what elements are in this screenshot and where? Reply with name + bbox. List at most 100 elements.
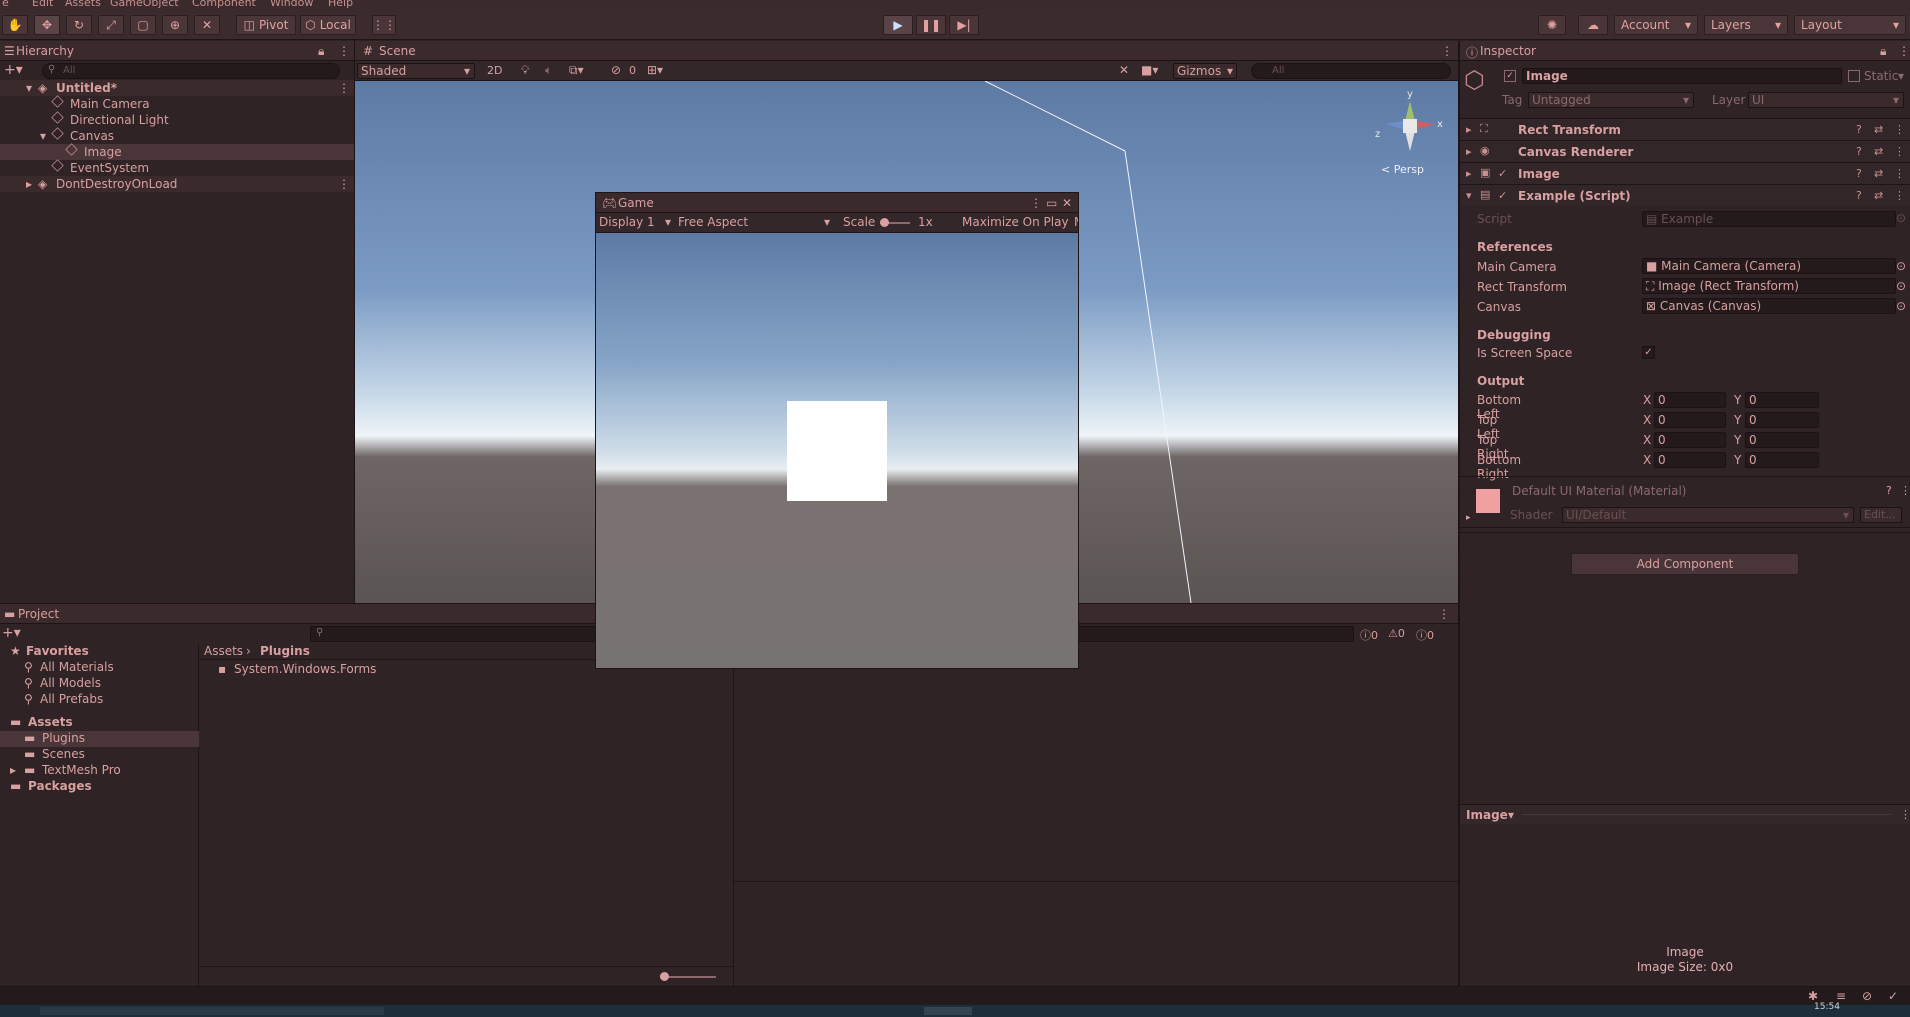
menu-edit[interactable]: Edit — [32, 0, 53, 9]
console-info-count[interactable]: ⓘ0 — [1416, 627, 1434, 643]
add-component-button[interactable]: Add Component — [1571, 553, 1799, 575]
output-y-field[interactable]: 0 — [1745, 432, 1819, 448]
expand-arrow-icon[interactable]: ▾ — [1466, 189, 1472, 202]
menu-component[interactable]: Component — [192, 0, 256, 9]
hidden-objects-icon[interactable]: ⊘ — [611, 63, 621, 77]
hierarchy-search-input[interactable]: All — [42, 63, 340, 79]
more-options-icon[interactable]: ⋮ — [1894, 145, 1905, 158]
shading-dropdown[interactable]: Shaded ▾ — [357, 63, 475, 79]
component-canvas-renderer[interactable]: ▸ ◉ Canvas Renderer ? ⇄ ⋮ — [1460, 140, 1910, 162]
step-button[interactable]: ▶| — [949, 15, 979, 35]
services-icon[interactable]: ✺ — [1538, 15, 1566, 35]
check-icon[interactable]: ✓ — [1888, 989, 1898, 1003]
object-picker-icon[interactable]: ⊙ — [1896, 279, 1906, 293]
more-options-icon[interactable]: ⋮ — [1441, 44, 1453, 58]
help-icon[interactable]: ? — [1886, 484, 1892, 497]
more-options-icon[interactable]: ⋮ — [1900, 808, 1910, 821]
more-options-icon[interactable]: ⋮ — [338, 44, 350, 58]
component-rect-transform[interactable]: ▸ ⛶ Rect Transform ? ⇄ ⋮ — [1460, 118, 1910, 140]
icon-size-slider-thumb[interactable] — [660, 972, 669, 981]
menu-assets[interactable]: Assets — [65, 0, 101, 9]
expand-arrow-icon[interactable]: ▸ — [1466, 513, 1471, 523]
scale-slider-thumb[interactable] — [880, 218, 889, 227]
ref-field-rect-transform[interactable]: ⛶ Image (Rect Transform) — [1642, 278, 1896, 294]
rotate-tool-icon[interactable]: ↻ — [66, 15, 92, 35]
enabled-checkbox[interactable]: ✓ — [1498, 189, 1507, 202]
camera-icon[interactable]: ■▾ — [1141, 63, 1158, 77]
preview-drag-bar[interactable] — [1522, 814, 1892, 815]
ref-field-main-camera[interactable]: ■ Main Camera (Camera) — [1642, 258, 1896, 274]
display-dropdown[interactable]: Display 1 ▾ — [599, 215, 675, 229]
hierarchy-scene-row[interactable]: ▾ ◈ Untitled* ⋮ — [0, 80, 354, 96]
more-options-icon[interactable]: ⋮ — [1438, 607, 1450, 621]
expand-arrow-icon[interactable]: ▸ — [10, 763, 16, 777]
move-tool-icon[interactable]: ✥ — [34, 15, 60, 35]
more-options-icon[interactable]: ⋮ — [1898, 44, 1910, 58]
help-icon[interactable]: ? — [1856, 167, 1862, 180]
enabled-checkbox[interactable]: ✓ — [1498, 167, 1507, 180]
close-icon[interactable]: ✕ — [1062, 196, 1072, 210]
scene-tab[interactable]: # Scene ⋮ — [355, 41, 1458, 61]
hand-tool-icon[interactable]: ✋ — [2, 15, 28, 35]
lighting-icon[interactable]: 💡︎ — [521, 63, 529, 78]
edit-shader-button[interactable]: Edit... — [1860, 507, 1902, 523]
output-x-field[interactable]: 0 — [1654, 452, 1726, 468]
bug-icon[interactable]: ✱ — [1808, 989, 1818, 1003]
object-picker-icon[interactable]: ⊙ — [1896, 259, 1906, 273]
help-icon[interactable]: ? — [1856, 189, 1862, 202]
output-y-field[interactable]: 0 — [1745, 392, 1819, 408]
packages-row[interactable]: ▬ Packages — [0, 779, 199, 795]
taskbar-app-icon[interactable] — [924, 1007, 972, 1015]
grid-icon[interactable]: ⊞▾ — [647, 63, 663, 77]
output-x-field[interactable]: 0 — [1654, 432, 1726, 448]
layers-dropdown[interactable]: Layers ▾ — [1704, 15, 1788, 35]
add-icon[interactable]: +▾ — [2, 625, 21, 641]
persp-toggle[interactable]: < Persp — [1381, 163, 1424, 176]
more-options-icon[interactable]: ⋮ — [1894, 167, 1905, 180]
hierarchy-item[interactable]: ▸ ◈ DontDestroyOnLoad ⋮ — [0, 176, 354, 192]
build-icon[interactable]: ⊘ — [1862, 989, 1872, 1003]
expand-arrow-icon[interactable]: ▸ — [1466, 167, 1472, 180]
more-options-icon[interactable]: ⋮ — [338, 176, 350, 192]
breadcrumb-assets[interactable]: Assets — [204, 644, 243, 658]
breadcrumb-plugins[interactable]: Plugins — [260, 644, 310, 658]
inspector-tab[interactable]: ⓘ Inspector 🔒︎ ⋮ — [1460, 41, 1910, 61]
icon-size-slider[interactable] — [660, 972, 716, 981]
ref-field-canvas[interactable]: ⊠ Canvas (Canvas) — [1642, 298, 1896, 314]
expand-arrow-icon[interactable]: ▸ — [26, 176, 32, 192]
favorite-item[interactable]: ⚲ All Prefabs — [0, 692, 199, 708]
preset-icon[interactable]: ⇄ — [1874, 123, 1883, 136]
object-name-input[interactable]: Image — [1522, 68, 1842, 84]
game-viewport[interactable] — [596, 233, 1078, 668]
component-example-script[interactable]: ▾ ▤ ✓ Example (Script) ? ⇄ ⋮ — [1460, 184, 1910, 206]
more-options-icon[interactable]: ⋮ — [1030, 196, 1042, 210]
object-picker-icon[interactable]: ⊙ — [1896, 299, 1906, 313]
hierarchy-item[interactable]: ▾ Canvas — [0, 127, 354, 144]
scene-orientation-gizmo[interactable]: y x z — [1375, 89, 1445, 161]
tools-icon[interactable]: ✕ — [1119, 63, 1129, 77]
expand-arrow-icon[interactable]: ▾ — [26, 80, 32, 96]
chevron-down-icon[interactable]: ▾ — [1898, 69, 1904, 83]
scene-search-input[interactable]: All — [1251, 63, 1451, 79]
cloud-icon[interactable]: ☁ — [1578, 15, 1608, 35]
menu-gameobject[interactable]: GameObject — [110, 0, 179, 9]
hierarchy-item-selected[interactable]: Image — [0, 143, 354, 160]
game-tab[interactable]: 🎮︎ Game ⋮ ▭ ✕ — [596, 193, 1078, 213]
gizmos-dropdown[interactable]: Gizmos ▾ — [1173, 63, 1237, 79]
shader-dropdown[interactable]: UI/Default ▾ — [1562, 507, 1854, 523]
favorite-item[interactable]: ⚲ All Materials — [0, 660, 199, 676]
static-checkbox[interactable] — [1848, 70, 1860, 82]
lock-icon[interactable]: 🔒︎ — [318, 44, 324, 59]
expand-arrow-icon[interactable]: ▾ — [40, 128, 46, 144]
expand-arrow-icon[interactable]: ▸ — [1466, 145, 1472, 158]
audio-icon[interactable]: 🔈︎ — [545, 63, 552, 78]
more-options-icon[interactable]: ⋮ — [338, 80, 350, 96]
favorites-row[interactable]: ★ Favorites — [0, 644, 199, 660]
help-icon[interactable]: ? — [1856, 123, 1862, 136]
hierarchy-tab[interactable]: ☰ Hierarchy 🔒︎ ⋮ — [0, 41, 354, 61]
scale-tool-icon[interactable]: ⤢ — [98, 15, 124, 35]
output-y-field[interactable]: 0 — [1745, 452, 1819, 468]
play-button[interactable]: ▶ — [883, 15, 913, 35]
rect-tool-icon[interactable]: ▢ — [130, 15, 156, 35]
is-screen-space-checkbox[interactable]: ✓ — [1642, 346, 1655, 359]
